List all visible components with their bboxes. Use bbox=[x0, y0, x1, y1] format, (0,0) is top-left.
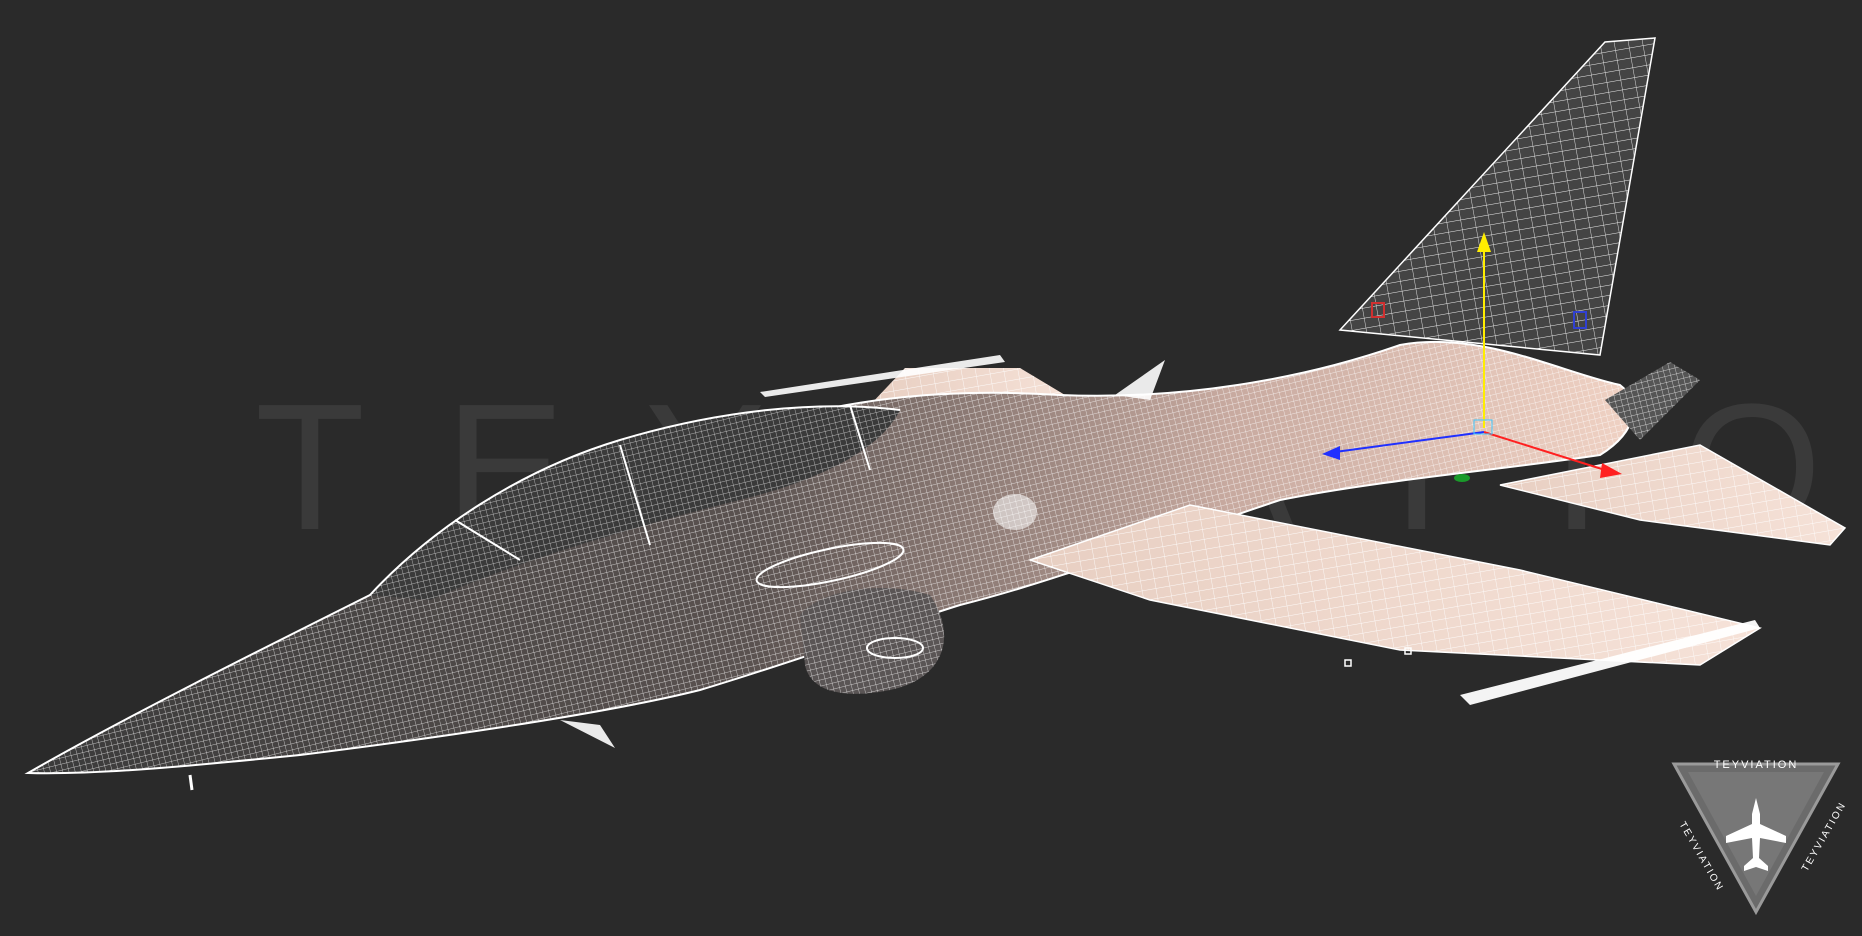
gizmo-marker-icon bbox=[1454, 474, 1470, 482]
teyviation-logo: TEYVIATION TEYVIATION TEYVIATION bbox=[1668, 750, 1849, 918]
aircraft-wireframe-model[interactable] bbox=[0, 0, 1862, 936]
vertical-stabilizer bbox=[1338, 37, 1656, 356]
near-wing bbox=[1027, 504, 1762, 705]
3d-viewport[interactable]: TEYVIATION TEYVIATION TEYVIATION bbox=[0, 0, 1862, 936]
logo-top-text: TEYVIATION bbox=[1713, 759, 1799, 771]
